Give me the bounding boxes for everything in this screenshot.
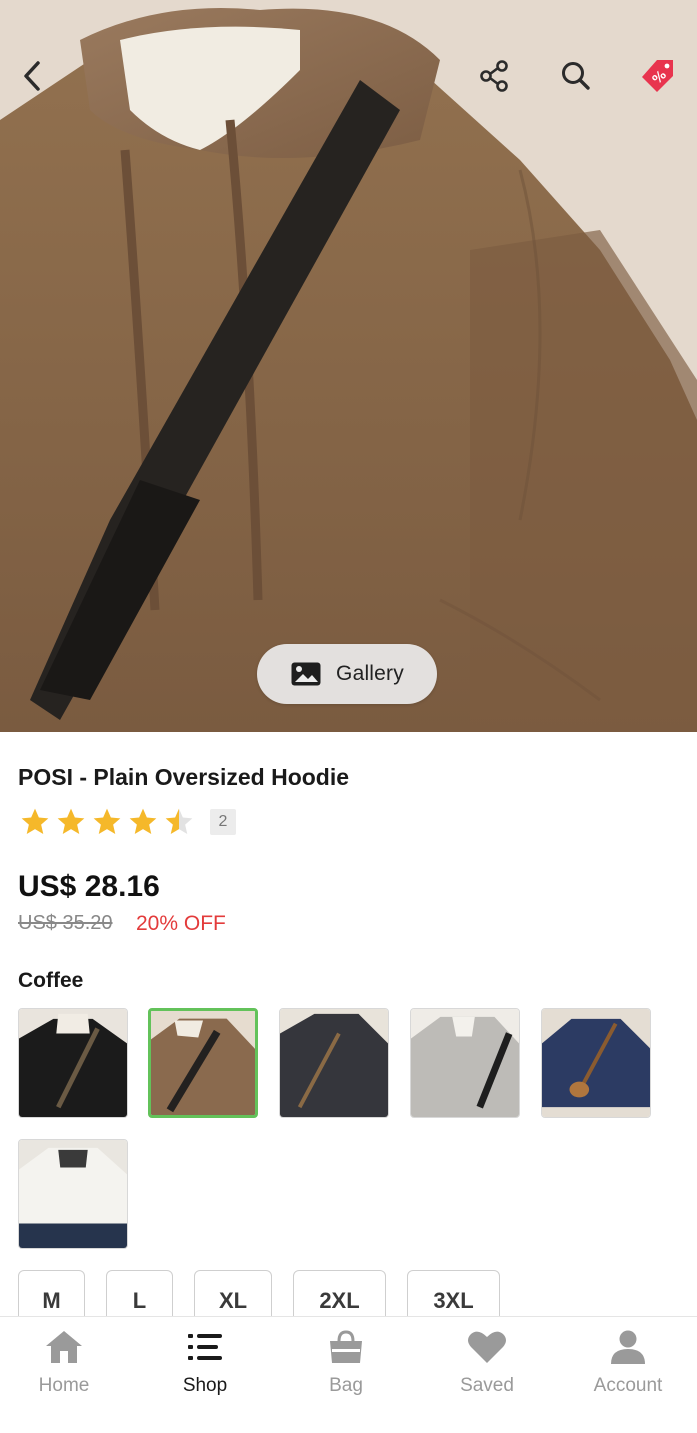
share-icon xyxy=(480,60,508,92)
list-icon xyxy=(188,1334,222,1360)
nav-label-account: Account xyxy=(593,1375,663,1396)
image-icon xyxy=(291,662,321,686)
swatch-image xyxy=(19,1009,127,1117)
color-swatch-coffee[interactable] xyxy=(148,1008,258,1118)
current-price: US$ 28.16 xyxy=(18,870,160,903)
bag-icon xyxy=(330,1330,362,1363)
rating-stars xyxy=(18,806,196,838)
person-icon xyxy=(611,1330,645,1364)
promo-tag-icon: % xyxy=(642,60,673,92)
swatch-image xyxy=(280,1009,388,1117)
star-full-icon xyxy=(129,808,157,834)
gallery-label: Gallery xyxy=(336,662,404,685)
color-swatch-light-grey[interactable] xyxy=(410,1008,520,1118)
search-icon xyxy=(562,62,590,90)
swatch-image xyxy=(151,1011,255,1115)
rating[interactable]: 2 xyxy=(18,806,236,838)
nav-label-shop: Shop xyxy=(182,1375,228,1396)
original-price: US$ 35.20 xyxy=(18,912,113,934)
product-title: POSI - Plain Oversized Hoodie xyxy=(18,764,350,790)
nav-label-saved: Saved xyxy=(460,1375,514,1396)
discount-label: 20% OFF xyxy=(136,912,226,935)
star-full-icon xyxy=(57,808,85,834)
review-count-badge[interactable]: 2 xyxy=(210,809,236,835)
nav-item-home[interactable]: Home xyxy=(4,1329,124,1397)
promo-button[interactable]: % xyxy=(634,52,682,100)
swatch-image xyxy=(411,1009,519,1117)
nav-item-shop[interactable]: Shop xyxy=(145,1329,265,1397)
nav-label-bag: Bag xyxy=(329,1375,363,1396)
back-arrow-icon xyxy=(24,61,40,91)
color-swatch-white[interactable] xyxy=(18,1139,128,1249)
swatch-image xyxy=(19,1140,127,1248)
search-button[interactable] xyxy=(552,52,600,100)
heart-icon xyxy=(468,1331,506,1363)
nav-item-account[interactable]: Account xyxy=(568,1329,688,1397)
share-button[interactable] xyxy=(470,52,518,100)
color-swatch-navy[interactable] xyxy=(541,1008,651,1118)
bottom-navigation: Home Shop Bag Saved Account xyxy=(0,1316,697,1433)
back-button[interactable] xyxy=(8,52,56,100)
swatch-image xyxy=(542,1009,650,1117)
nav-item-saved[interactable]: Saved xyxy=(427,1329,547,1397)
color-swatch-black[interactable] xyxy=(18,1008,128,1118)
color-swatch-dark-grey[interactable] xyxy=(279,1008,389,1118)
nav-item-bag[interactable]: Bag xyxy=(286,1329,406,1397)
star-full-icon xyxy=(93,808,121,834)
hoodie-photo xyxy=(0,0,697,732)
star-half-icon xyxy=(165,808,193,834)
star-full-icon xyxy=(21,808,49,834)
product-hero-image[interactable]: % Gallery xyxy=(0,0,697,732)
nav-label-home: Home xyxy=(38,1375,90,1396)
gallery-button[interactable]: Gallery xyxy=(257,644,437,704)
home-icon xyxy=(46,1331,82,1363)
selected-color-label: Coffee xyxy=(18,969,84,992)
